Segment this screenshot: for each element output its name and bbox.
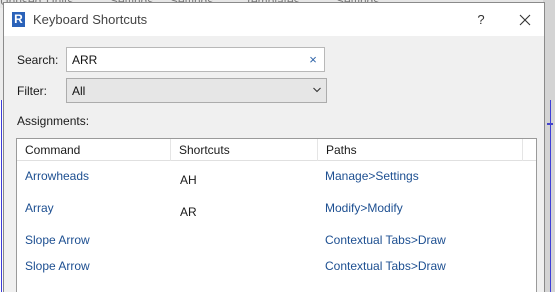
- revit-app-icon: R: [12, 12, 25, 27]
- filter-selected-value: All: [72, 84, 86, 98]
- command-cell: Arrowheads: [25, 169, 90, 183]
- background-drawing-mark: [547, 123, 553, 125]
- dialog-title: Keyboard Shortcuts: [33, 12, 148, 27]
- search-field[interactable]: ×: [66, 47, 325, 72]
- path-cell: Contextual Tabs>Draw: [325, 233, 446, 247]
- table-row[interactable]: Array AR Modify>Modify: [17, 199, 536, 225]
- path-cell: Manage>Settings: [325, 169, 419, 183]
- column-header-command[interactable]: Command: [17, 139, 80, 161]
- column-header-shortcuts[interactable]: Shortcuts: [171, 139, 230, 161]
- background-drawing-line: [1, 100, 2, 292]
- search-label: Search:: [17, 53, 59, 67]
- chevron-down-icon: [311, 83, 323, 97]
- keyboard-shortcuts-dialog: R Keyboard Shortcuts ? Search: × Filter:…: [3, 2, 545, 292]
- table-row[interactable]: Arrowheads AH Manage>Settings: [17, 167, 536, 193]
- shortcut-cell: AR: [180, 205, 197, 219]
- help-button[interactable]: ?: [466, 9, 496, 31]
- table-row[interactable]: Slope Arrow Contextual Tabs>Draw: [17, 258, 536, 282]
- assignments-list[interactable]: Command Shortcuts Paths Arrowheads AH Ma…: [16, 138, 537, 292]
- filter-dropdown[interactable]: All: [66, 78, 327, 103]
- assignments-label: Assignments:: [17, 114, 90, 128]
- path-cell: Contextual Tabs>Draw: [325, 259, 446, 273]
- column-header-paths[interactable]: Paths: [318, 139, 357, 161]
- table-row[interactable]: Slope Arrow Contextual Tabs>Draw: [17, 232, 536, 256]
- command-cell: Slope Arrow: [25, 259, 90, 273]
- close-icon: [519, 14, 531, 26]
- background-drawing-line: [550, 100, 551, 292]
- dialog-titlebar: R Keyboard Shortcuts ?: [4, 3, 544, 36]
- column-divider[interactable]: [522, 139, 523, 161]
- shortcut-cell: AH: [180, 173, 197, 187]
- close-button[interactable]: [510, 9, 540, 31]
- path-cell: Modify>Modify: [325, 201, 403, 215]
- list-header: Command Shortcuts Paths: [17, 139, 536, 161]
- command-cell: Array: [25, 201, 54, 215]
- filter-label: Filter:: [17, 84, 47, 98]
- clear-search-icon[interactable]: ×: [305, 52, 321, 68]
- search-input[interactable]: [67, 48, 297, 71]
- command-cell: Slope Arrow: [25, 233, 90, 247]
